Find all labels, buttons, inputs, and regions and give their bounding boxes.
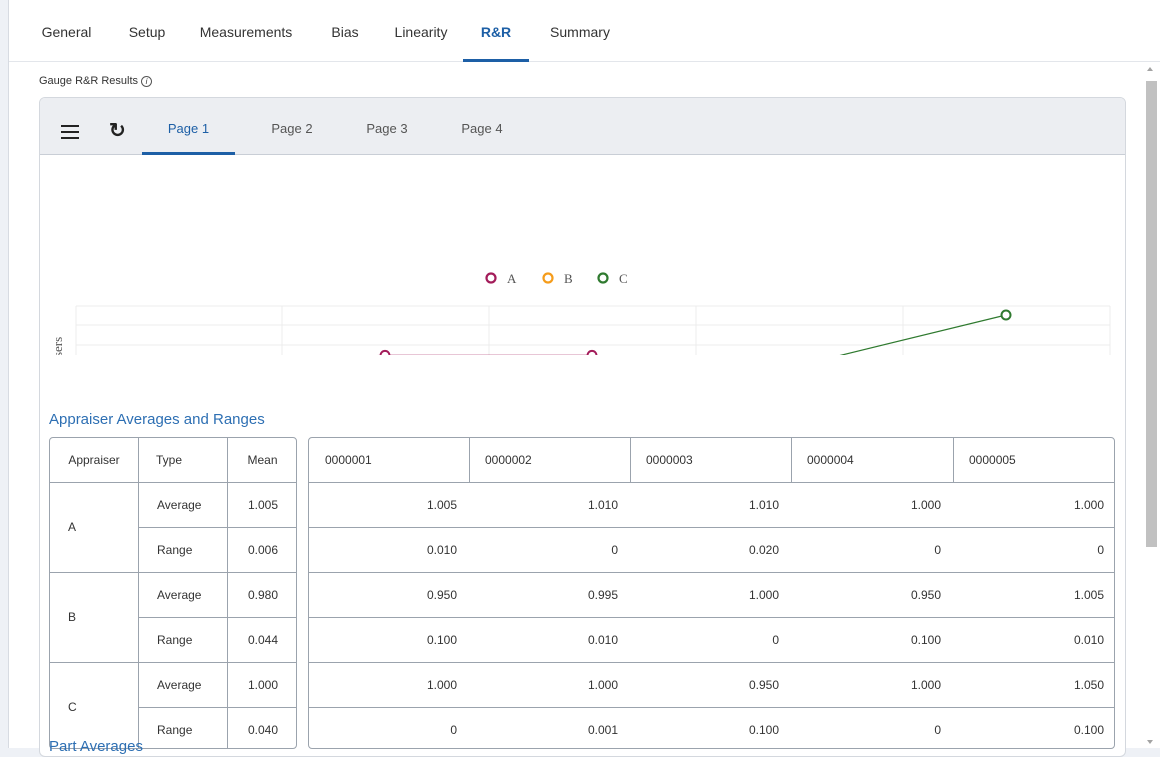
- value-cell: 1.010: [587, 497, 618, 512]
- part-column-header: 0000004: [807, 453, 854, 467]
- page-tab-4[interactable]: Page 4: [435, 108, 529, 155]
- column-header: Type: [156, 453, 183, 467]
- mean-cell: 1.000: [247, 677, 278, 692]
- appraiser-name: A: [68, 520, 77, 534]
- value-cell: 1.005: [1073, 587, 1104, 602]
- tab-r-r[interactable]: R&R: [463, 24, 529, 62]
- value-cell: 0: [611, 542, 618, 557]
- mean-cell: 0.980: [247, 587, 278, 602]
- tab-linearity[interactable]: Linearity: [389, 24, 453, 62]
- legend-label-c: C: [619, 271, 628, 286]
- section-title: Gauge R&R Results i: [39, 75, 153, 87]
- data-point-c: [1000, 309, 1012, 321]
- mean-cell: 0.044: [247, 632, 278, 647]
- scroll-up-icon[interactable]: [1147, 67, 1153, 71]
- part-column-header: 0000003: [646, 453, 693, 467]
- series-line-c: [839, 314, 1007, 355]
- value-cell: 0: [934, 542, 941, 557]
- value-cell: 0: [450, 722, 457, 737]
- tab-general[interactable]: General: [39, 24, 94, 62]
- type-cell: Average: [157, 677, 202, 692]
- value-cell: 0.950: [748, 677, 779, 692]
- value-cell: 0.001: [587, 722, 618, 737]
- section-title-text: Gauge R&R Results: [39, 75, 139, 87]
- part-averages-title: Part Averages: [49, 738, 143, 755]
- type-cell: Average: [157, 497, 202, 512]
- value-cell: 0: [1097, 542, 1104, 557]
- value-cell: 1.000: [910, 497, 941, 512]
- results-card: ↻ Page 1Page 2Page 3Page 4 Appraisers000…: [39, 97, 1126, 757]
- value-cell: 0: [772, 632, 779, 647]
- value-cell: 0: [934, 722, 941, 737]
- value-cell: 0.020: [748, 542, 779, 557]
- tab-setup[interactable]: Setup: [123, 24, 171, 62]
- data-point-a: [586, 349, 598, 355]
- appraiser-name: C: [68, 700, 77, 714]
- part-column-header: 0000005: [969, 453, 1016, 467]
- value-cell: 0.100: [1073, 722, 1104, 737]
- averages-title: Appraiser Averages and Ranges: [49, 411, 265, 428]
- info-icon[interactable]: i: [141, 76, 153, 87]
- content-area: Gauge R&R Results i ↻ Page 1 Page 2 Page 3P…: [9, 63, 1141, 757]
- value-cell: 0.950: [426, 587, 457, 602]
- menu-icon[interactable]: [61, 125, 79, 139]
- vertical-scrollbar[interactable]: [1142, 63, 1160, 748]
- data-point-a: [379, 349, 391, 355]
- value-cell: 1.000: [748, 587, 779, 602]
- value-cell: 0.995: [587, 587, 618, 602]
- appraisers-chart: Appraisers000000100000020000003000000400…: [50, 271, 1111, 355]
- table-divider: [630, 438, 631, 482]
- value-cell: 1.000: [910, 677, 941, 692]
- part-values-table: 0000001 0000002 0000003 0000004 0000005 1.005…: [308, 437, 1115, 749]
- value-cell: 1.000: [587, 677, 618, 692]
- value-cell: 0.010: [426, 542, 457, 557]
- page-tab-2[interactable]: Page 2: [245, 108, 339, 155]
- type-cell: Range: [157, 722, 193, 737]
- value-cell: 0.010: [1073, 632, 1104, 647]
- mean-cell: 0.006: [247, 542, 278, 557]
- page-tab-1[interactable]: Page 1: [142, 108, 235, 155]
- value-cell: 0.100: [910, 632, 941, 647]
- column-header: Mean: [247, 453, 278, 467]
- tab-measurements[interactable]: Measurements: [194, 24, 298, 62]
- tab-summary[interactable]: Summary: [545, 24, 615, 62]
- type-cell: Average: [157, 587, 202, 602]
- value-cell: 1.000: [426, 677, 457, 692]
- mean-cell: 0.040: [247, 722, 278, 737]
- refresh-icon[interactable]: ↻: [109, 119, 126, 143]
- card-toolbar: ↻ Page 1 Page 2 Page 3 Page 4: [40, 98, 1125, 155]
- legend-label-a: A: [507, 271, 517, 286]
- scroll-down-icon[interactable]: [1147, 740, 1153, 744]
- value-cell: 1.005: [426, 497, 457, 512]
- mean-cell: 1.005: [247, 497, 278, 512]
- value-cell: 1.050: [1073, 677, 1104, 692]
- page-tab-3[interactable]: Page 3: [340, 108, 434, 155]
- value-cell: 0.950: [910, 587, 941, 602]
- value-cell: 1.000: [1073, 497, 1104, 512]
- value-cell: 1.010: [748, 497, 779, 512]
- part-column-header: 0000002: [485, 453, 532, 467]
- value-cell: 0.100: [426, 632, 457, 647]
- appraiser-summary-table: Appraiser Type Mean A Average 1.005 Range 0.006…: [49, 437, 297, 749]
- legend-label-b: B: [564, 271, 573, 286]
- y-axis-label: Appraisers: [50, 337, 65, 355]
- legend-marker-a: [485, 272, 497, 284]
- type-cell: Range: [157, 632, 193, 647]
- legend-marker-c: [597, 272, 609, 284]
- value-cell: 0.010: [587, 632, 618, 647]
- value-cell: 0.100: [748, 722, 779, 737]
- app-window: General Setup Measurements Bias Linearity R&R…: [8, 0, 1160, 757]
- appraiser-name: B: [68, 610, 77, 624]
- legend-marker-b: [542, 272, 554, 284]
- table-divider: [791, 438, 792, 482]
- column-header: Appraiser: [68, 453, 120, 467]
- scroll-thumb[interactable]: [1146, 81, 1157, 547]
- type-cell: Range: [157, 542, 193, 557]
- part-column-header: 0000001: [325, 453, 372, 467]
- table-divider: [469, 438, 470, 482]
- tab-bias[interactable]: Bias: [327, 24, 363, 62]
- main-tab-bar: General Setup Measurements Bias Linearity R&R…: [9, 0, 1160, 62]
- table-divider: [953, 438, 954, 482]
